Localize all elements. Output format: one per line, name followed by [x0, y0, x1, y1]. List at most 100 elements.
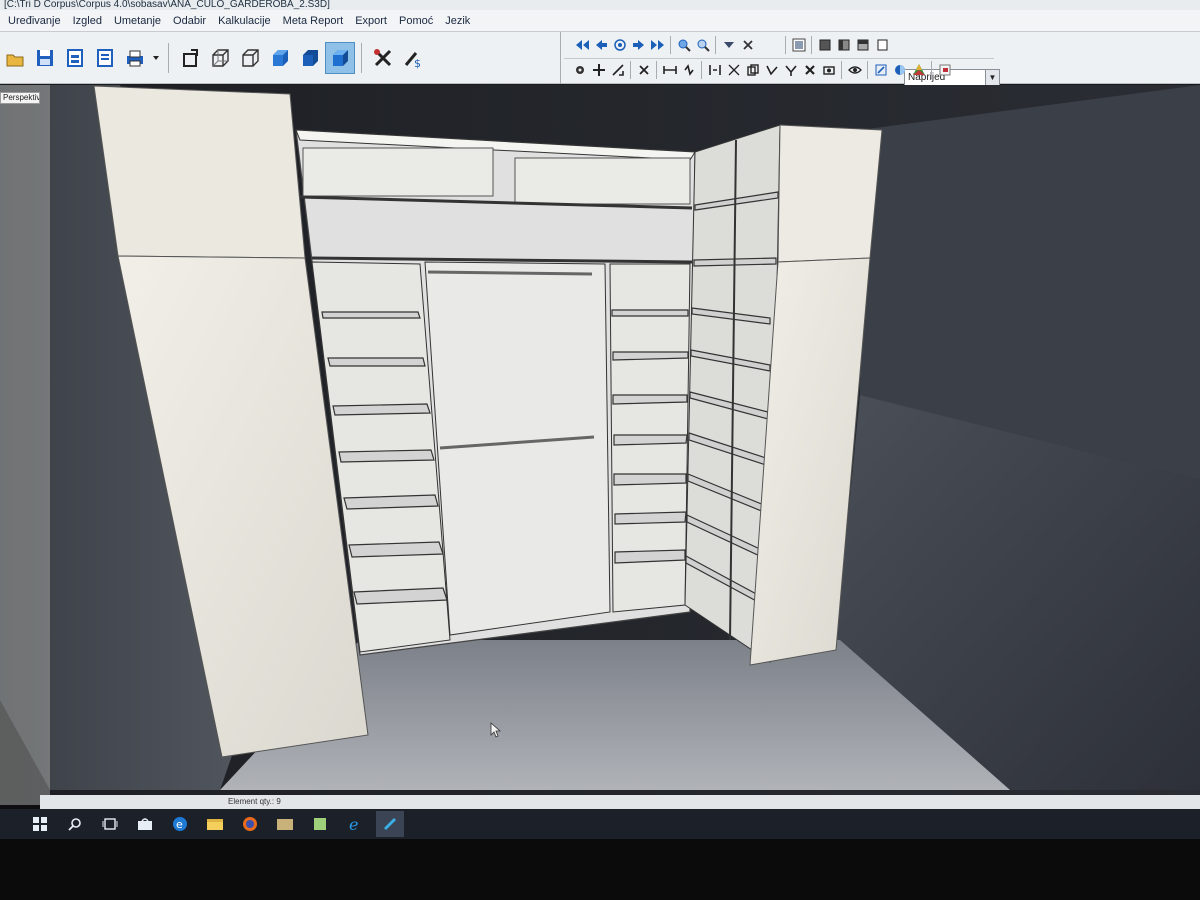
last-icon[interactable]: [648, 35, 667, 55]
top-compartment-right: [514, 157, 691, 205]
toolbar-separator: [168, 43, 169, 73]
windows-start-icon[interactable]: [26, 811, 54, 837]
first-icon[interactable]: [572, 35, 591, 55]
hidden-line-icon[interactable]: [235, 42, 265, 74]
toolbar-separator: [630, 61, 631, 79]
toolbar-right-row1: [572, 35, 757, 55]
export-icon[interactable]: [935, 60, 954, 80]
rotate-icon[interactable]: [762, 60, 781, 80]
wireframe-icon[interactable]: [205, 42, 235, 74]
width-icon[interactable]: [660, 60, 679, 80]
menu-pomoc[interactable]: Pomoć: [393, 10, 439, 32]
toolbar: $ Naprijed ▼: [0, 32, 1200, 87]
right-door-upper: [777, 124, 883, 263]
align-icon[interactable]: [705, 60, 724, 80]
toolbar-separator: [811, 36, 812, 54]
menu-umetanje[interactable]: Umetanje: [108, 10, 167, 32]
firefox-icon[interactable]: [236, 811, 264, 837]
open-icon[interactable]: [0, 42, 30, 74]
menu-uredivanje[interactable]: Uređivanje: [2, 10, 67, 32]
toolbar-view-group: [782, 35, 891, 55]
menu-izgled[interactable]: Izgled: [67, 10, 108, 32]
toolbar-separator: [701, 61, 702, 79]
edge-icon[interactable]: e: [166, 811, 194, 837]
printer-icon[interactable]: [120, 42, 150, 74]
gear-icon[interactable]: [570, 60, 589, 80]
menu-meta-report[interactable]: Meta Report: [277, 10, 350, 32]
search-icon[interactable]: [61, 811, 89, 837]
file-explorer-icon[interactable]: [201, 811, 229, 837]
report-icon[interactable]: [90, 42, 120, 74]
toolbar-separator: [361, 43, 362, 73]
grid-view-icon[interactable]: [789, 35, 808, 55]
shade-icon[interactable]: [890, 60, 909, 80]
view-top-icon[interactable]: [853, 35, 872, 55]
next-icon[interactable]: [629, 35, 648, 55]
toolbar-separator: [931, 61, 932, 79]
tools-icon[interactable]: [368, 42, 398, 74]
copy-icon[interactable]: [743, 60, 762, 80]
color-icon[interactable]: [909, 60, 928, 80]
shaded-cube-icon[interactable]: [265, 42, 295, 74]
menu-kalkulacije[interactable]: Kalkulacije: [212, 10, 277, 32]
store-icon[interactable]: [131, 811, 159, 837]
corpus-app-icon[interactable]: [376, 811, 404, 837]
close-x-icon[interactable]: [738, 35, 757, 55]
toolbar-separator: [841, 61, 842, 79]
price-tool-icon[interactable]: $: [398, 42, 428, 74]
toolbar-separator: [560, 32, 561, 84]
delete-x-icon[interactable]: [634, 60, 653, 80]
resize-icon[interactable]: [724, 60, 743, 80]
flip-icon[interactable]: [781, 60, 800, 80]
dropdown-arrow-icon[interactable]: [150, 48, 162, 68]
toolbar-left-group: $: [0, 42, 428, 74]
internet-explorer-icon[interactable]: e: [341, 811, 369, 837]
filter-icon[interactable]: [719, 35, 738, 55]
menu-bar: Uređivanje Izgled Umetanje Odabir Kalkul…: [0, 10, 1200, 32]
wardrobe-scene: [0, 85, 1200, 805]
menu-jezik[interactable]: Jezik: [439, 10, 476, 32]
toolbar-right-row2: [570, 60, 954, 80]
mouse-cursor-icon: [490, 722, 502, 738]
height-icon[interactable]: [679, 60, 698, 80]
folder-icon[interactable]: [271, 811, 299, 837]
zoom-out-icon[interactable]: [693, 35, 712, 55]
svg-text:e: e: [176, 818, 183, 831]
toolbar-separator: [670, 36, 671, 54]
top-compartment-left: [302, 147, 494, 197]
rotate-object-icon[interactable]: [175, 42, 205, 74]
notes-icon[interactable]: [306, 811, 334, 837]
remove-icon[interactable]: [800, 60, 819, 80]
view-front-icon[interactable]: [815, 35, 834, 55]
task-view-icon[interactable]: [96, 811, 124, 837]
toolbar-separator: [867, 61, 868, 79]
move-icon[interactable]: [589, 60, 608, 80]
menu-odabir[interactable]: Odabir: [167, 10, 212, 32]
hanging-rail-upper: [427, 270, 593, 276]
textured-cube-icon[interactable]: [325, 42, 355, 74]
toolbar-separator: [785, 36, 786, 54]
status-bar: Element qty.: 9: [40, 795, 1200, 809]
eye-icon[interactable]: [845, 60, 864, 80]
element-count: Element qty.: 9: [228, 797, 281, 806]
svg-text:$: $: [414, 57, 421, 69]
camera-icon[interactable]: [819, 60, 838, 80]
measure-icon[interactable]: [608, 60, 627, 80]
toolbar-row-divider: [564, 58, 994, 59]
save-icon[interactable]: [30, 42, 60, 74]
view-side-icon[interactable]: [834, 35, 853, 55]
print-preview-icon[interactable]: [60, 42, 90, 74]
svg-text:e: e: [349, 816, 358, 832]
screen: [C:\Tri D Corpus\Corpus 4.0\sobasav\ANA_…: [0, 0, 1200, 900]
center-icon[interactable]: [610, 35, 629, 55]
tab-perspektiva[interactable]: Perspektiva: [0, 92, 40, 104]
3d-viewport[interactable]: [0, 85, 1200, 805]
menu-export[interactable]: Export: [349, 10, 393, 32]
chevron-down-icon[interactable]: ▼: [985, 70, 999, 86]
view-iso-icon[interactable]: [872, 35, 891, 55]
zoom-in-icon[interactable]: [674, 35, 693, 55]
solid-cube-icon[interactable]: [295, 42, 325, 74]
previous-icon[interactable]: [591, 35, 610, 55]
edit-icon[interactable]: [871, 60, 890, 80]
window-title: [C:\Tri D Corpus\Corpus 4.0\sobasav\ANA_…: [0, 0, 1200, 10]
